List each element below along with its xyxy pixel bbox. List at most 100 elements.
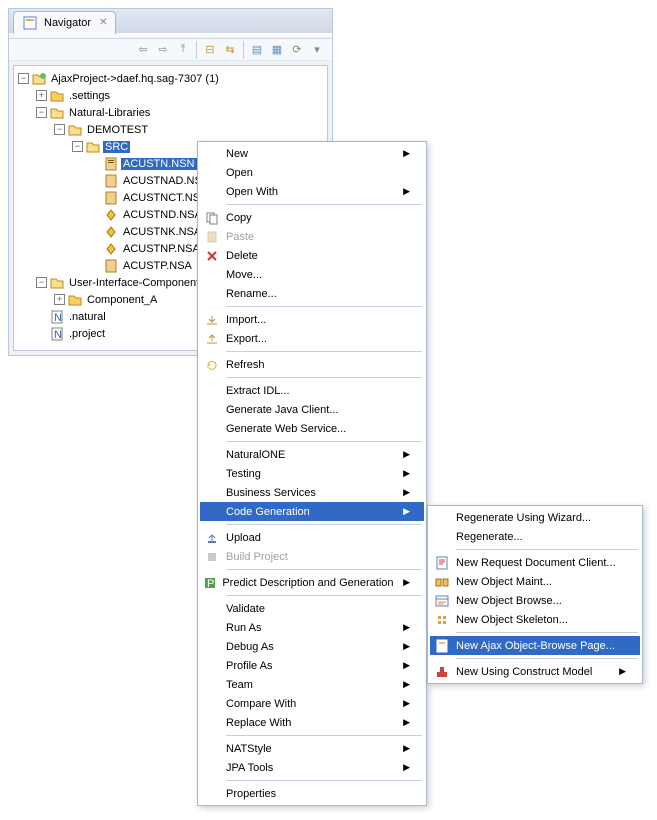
expand-icon[interactable]: +: [36, 90, 47, 101]
menu-item-business-services[interactable]: Business Services▶: [200, 483, 424, 502]
folder-open-icon: [67, 122, 83, 138]
menu-item-new-using-construct[interactable]: New Using Construct Model▶: [430, 662, 640, 681]
file-icon: [103, 207, 119, 223]
menu-item-move[interactable]: Move...: [200, 265, 424, 284]
menu-separator: [226, 595, 422, 596]
refresh-icon: [200, 359, 224, 371]
menu-separator: [226, 735, 422, 736]
submenu-arrow-icon: ▶: [616, 666, 626, 677]
menu-separator: [226, 351, 422, 352]
expand-icon[interactable]: +: [54, 294, 65, 305]
menu-item-run-as[interactable]: Run As▶: [200, 618, 424, 637]
submenu-arrow-icon: ▶: [400, 468, 410, 479]
export-icon: [200, 333, 224, 345]
menu-item-refresh[interactable]: Refresh: [200, 355, 424, 374]
view-menu-icon[interactable]: ▾: [308, 41, 326, 59]
menu-separator: [226, 204, 422, 205]
folder-open-icon: [49, 275, 65, 291]
menu-item-replace-with[interactable]: Replace With▶: [200, 713, 424, 732]
copy-icon: [200, 211, 224, 225]
toolbar-separator: [196, 41, 197, 59]
menu-item-validate[interactable]: Validate: [200, 599, 424, 618]
tree-row-settings[interactable]: + .settings: [14, 87, 327, 104]
close-icon[interactable]: ✕: [99, 17, 107, 28]
menu-item-gen-java[interactable]: Generate Java Client...: [200, 400, 424, 419]
submenu-arrow-icon: ▶: [400, 449, 410, 460]
menu-item-new-request-doc-client[interactable]: New Request Document Client...: [430, 553, 640, 572]
refresh-icon[interactable]: ⟳: [288, 41, 306, 59]
submenu-arrow-icon: ▶: [400, 679, 410, 690]
menu-item-rename[interactable]: Rename...: [200, 284, 424, 303]
menu-item-delete[interactable]: Delete: [200, 246, 424, 265]
link-editor-icon[interactable]: ⇆: [221, 41, 239, 59]
menu-item-testing[interactable]: Testing▶: [200, 464, 424, 483]
menu-item-team[interactable]: Team▶: [200, 675, 424, 694]
menu-item-properties[interactable]: Properties: [200, 784, 424, 803]
tab-bar: Navigator ✕: [9, 9, 332, 33]
tree-row-natlib[interactable]: − Natural-Libraries: [14, 104, 327, 121]
toolbar: ⇦ ⇨ ⤒ ⊟ ⇆ ▤ ▦ ⟳ ▾: [9, 39, 332, 61]
collapse-icon[interactable]: −: [54, 124, 65, 135]
filter-icon[interactable]: ▤: [248, 41, 266, 59]
menu-item-extract-idl[interactable]: Extract IDL...: [200, 381, 424, 400]
menu-item-import[interactable]: Import...: [200, 310, 424, 329]
skeleton-icon: [430, 614, 454, 626]
menu-item-jpa-tools[interactable]: JPA Tools▶: [200, 758, 424, 777]
menu-item-open[interactable]: Open: [200, 163, 424, 182]
menu-item-code-generation[interactable]: Code Generation▶: [200, 502, 424, 521]
navigator-tab[interactable]: Navigator ✕: [13, 11, 116, 34]
tree-label: .settings: [67, 90, 112, 102]
submenu-arrow-icon: ▶: [400, 487, 410, 498]
tree-row-demotest[interactable]: − DEMOTEST: [14, 121, 327, 138]
menu-item-new-object-skeleton[interactable]: New Object Skeleton...: [430, 610, 640, 629]
collapse-icon[interactable]: −: [18, 73, 29, 84]
tree-label: User-Interface-Components: [67, 277, 207, 289]
menu-item-gen-web[interactable]: Generate Web Service...: [200, 419, 424, 438]
menu-item-build-project: Build Project: [200, 547, 424, 566]
menu-item-new-object-maint[interactable]: New Object Maint...: [430, 572, 640, 591]
import-icon: [200, 314, 224, 326]
menu-item-copy[interactable]: Copy: [200, 208, 424, 227]
forward-icon[interactable]: ⇨: [154, 41, 172, 59]
submenu-arrow-icon: ▶: [400, 743, 410, 754]
sort-icon[interactable]: ▦: [268, 41, 286, 59]
collapse-icon[interactable]: −: [36, 107, 47, 118]
tree-row-project[interactable]: − AjaxProject->daef.hq.sag-7307 (1): [14, 70, 327, 87]
tree-label: ACUSTNK.NSA: [121, 226, 203, 238]
menu-item-profile-as[interactable]: Profile As▶: [200, 656, 424, 675]
collapse-icon[interactable]: −: [72, 141, 83, 152]
menu-item-predict[interactable]: PPredict Description and Generation▶: [200, 573, 424, 592]
file-icon: [103, 241, 119, 257]
menu-item-compare-with[interactable]: Compare With▶: [200, 694, 424, 713]
submenu-arrow-icon: ▶: [400, 622, 410, 633]
up-icon[interactable]: ⤒: [174, 41, 192, 59]
menu-item-upload[interactable]: Upload: [200, 528, 424, 547]
menu-item-export[interactable]: Export...: [200, 329, 424, 348]
menu-item-debug-as[interactable]: Debug As▶: [200, 637, 424, 656]
build-icon: [200, 551, 224, 563]
collapse-all-icon[interactable]: ⊟: [201, 41, 219, 59]
tree-label: Natural-Libraries: [67, 107, 152, 119]
menu-item-new-object-browse[interactable]: New Object Browse...: [430, 591, 640, 610]
menu-separator: [456, 549, 638, 550]
ajax-page-icon: [430, 639, 454, 653]
tree-label: ACUSTN.NSN: [121, 158, 197, 170]
tree-label: AjaxProject->daef.hq.sag-7307 (1): [49, 73, 221, 85]
navigator-icon: [22, 15, 38, 31]
collapse-icon[interactable]: −: [36, 277, 47, 288]
tree-label: SRC: [103, 141, 130, 153]
submenu-arrow-icon: ▶: [400, 660, 410, 671]
menu-item-regenerate[interactable]: Regenerate...: [430, 527, 640, 546]
tree-label: ACUSTNP.NSA: [121, 243, 202, 255]
menu-item-naturalone[interactable]: NaturalONE▶: [200, 445, 424, 464]
menu-item-new-ajax-object-browse[interactable]: New Ajax Object-Browse Page...: [430, 636, 640, 655]
menu-item-natstyle[interactable]: NATStyle▶: [200, 739, 424, 758]
file-icon: [103, 173, 119, 189]
tree-label: .natural: [67, 311, 108, 323]
menu-item-open-with[interactable]: Open With▶: [200, 182, 424, 201]
menu-item-new[interactable]: New▶: [200, 144, 424, 163]
submenu-arrow-icon: ▶: [402, 577, 410, 588]
submenu-arrow-icon: ▶: [400, 641, 410, 652]
menu-item-regenerate-wizard[interactable]: Regenerate Using Wizard...: [430, 508, 640, 527]
back-icon[interactable]: ⇦: [134, 41, 152, 59]
